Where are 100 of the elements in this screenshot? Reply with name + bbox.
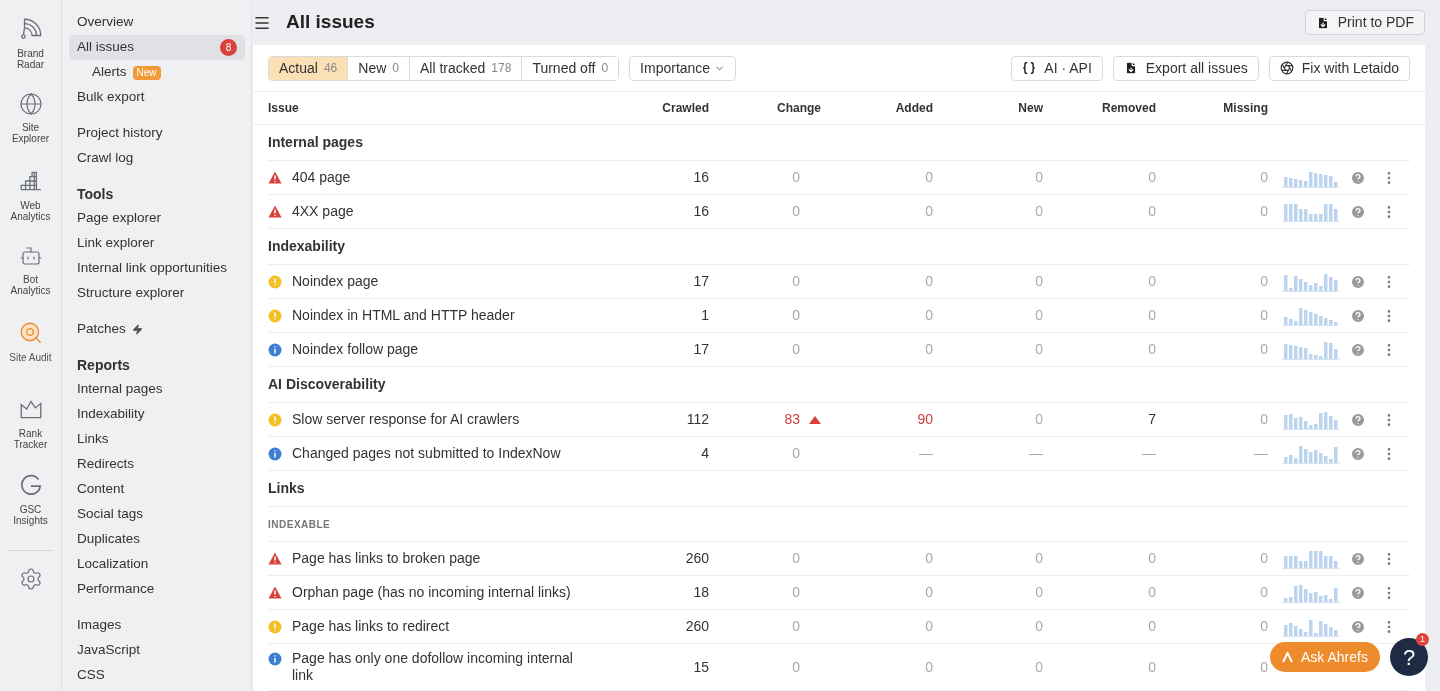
nav-label: Performance [77,580,155,599]
issue-link[interactable]: Changed pages not submitted to IndexNow [292,445,582,462]
column-header[interactable]: Crawled [662,99,709,117]
nav-item[interactable]: Redirects [69,452,245,477]
nav-item[interactable]: Social tags [69,502,245,527]
issue-link[interactable]: Slow server response for AI crawlers [292,411,582,428]
column-header[interactable]: Missing [1223,99,1268,117]
action-button[interactable]: Fix with Letaido [1268,55,1410,81]
column-header[interactable]: Issue [268,101,299,115]
issue-link[interactable]: Noindex follow page [292,341,582,358]
group-heading: Internal pages [268,133,363,152]
table-cell-text: 0 [1035,617,1043,636]
count-badge: 8 [220,39,237,56]
filter-tab[interactable]: Turned off 0 [521,56,619,80]
help-icon[interactable] [1350,307,1366,324]
column-header[interactable]: Added [895,99,933,117]
nav-label: Redirects [77,455,135,474]
rail-label: Web Analytics [9,200,52,222]
nav-item[interactable]: Internal link opportunities [69,256,245,281]
nav-item[interactable]: Crawl log [69,146,245,171]
issue-link[interactable]: Page has only one dofollow incoming internal link [292,650,582,684]
table-cell-text: 18 [693,583,709,602]
rail-item[interactable]: Bot Analytics [2,244,59,320]
table-cell-text: 17 [693,340,709,359]
rail-label: Site Audit [8,352,53,363]
sort-dropdown[interactable]: Importance [629,55,737,81]
file-download-icon [1315,15,1330,30]
nav-label: Alerts [92,63,127,82]
nav-item[interactable]: Link explorer [69,231,245,256]
nav-item[interactable]: Images [69,613,245,638]
nav-label: Page explorer [77,209,162,228]
rail-item[interactable]: Brand Radar [2,16,59,92]
rail-item[interactable]: Rank Tracker [2,396,59,472]
rail-item[interactable]: GSC Insights [2,472,59,548]
nav-item[interactable]: Bulk export [69,85,245,110]
table-cell-text: 0 [925,583,933,602]
issue-link[interactable]: Page has links to redirect [292,618,582,635]
print-button[interactable]: Print to PDF [1304,10,1425,35]
nav-label: Duplicates [77,530,141,549]
nav-item[interactable]: CSS [69,663,245,688]
issue-link[interactable]: Noindex page [292,273,582,290]
help-icon[interactable] [1350,584,1366,601]
table-cell-text: — [1029,444,1043,463]
action-button[interactable]: Export all issues [1112,55,1259,81]
column-header[interactable]: Removed [1101,99,1156,117]
rail-item[interactable]: Site Explorer [2,92,59,168]
help-icon[interactable] [1350,411,1366,428]
table-cell-text: 0 [1148,583,1156,602]
issue-link[interactable]: Page has links to broken page [292,550,582,567]
nav-item[interactable]: Duplicates [69,527,245,552]
column-header[interactable]: New [1018,99,1043,117]
nav-item[interactable]: Structure explorer [69,281,245,306]
issue-link[interactable]: 4XX page [292,203,582,220]
nav-item[interactable]: Page explorer [69,206,245,231]
group-heading: Links [268,479,305,498]
table-cell-text: 112 [686,410,709,429]
nav-item[interactable]: Indexability [69,402,245,427]
help-icon[interactable] [1350,341,1366,358]
table-cell-text: 0 [925,617,933,636]
nav-label: Indexability [77,405,145,424]
issue-link[interactable]: Noindex in HTML and HTTP header [292,307,582,324]
braces-icon [1022,61,1037,75]
issue-link[interactable]: Orphan page (has no incoming internal links) [292,584,582,601]
table-cell-text: 15 [693,657,709,677]
column-header[interactable]: Change [777,99,821,117]
table-cell-text: 0 [1148,306,1156,325]
nav-item[interactable]: All issues 8 [69,35,245,60]
help-icon[interactable] [1350,169,1366,186]
nav-item[interactable]: Content [69,477,245,502]
nav-item[interactable]: Overview [69,10,245,35]
table-cell-text: 90 [917,410,933,429]
nav-item[interactable]: JavaScript [69,638,245,663]
globe-icon [18,92,43,116]
help-icon[interactable] [1350,445,1366,462]
help-icon[interactable] [1350,550,1366,567]
group-heading: Indexability [268,237,346,256]
table-cell-text: 0 [1260,657,1268,677]
table-cell-text: 0 [1260,306,1268,325]
action-button[interactable]: AI · API [1011,55,1103,81]
help-icon[interactable] [1350,203,1366,220]
nav-item[interactable]: Links [69,427,245,452]
rail-item[interactable]: Site Audit [2,320,59,396]
nav-item[interactable]: Localization [69,552,245,577]
issue-link[interactable]: 404 page [292,169,582,186]
nav-item[interactable]: Performance [69,577,245,602]
nav-item[interactable]: Internal pages [69,377,245,402]
help-icon[interactable] [1350,618,1366,635]
help-icon[interactable] [1350,273,1366,290]
table-cell-text: 0 [1035,306,1043,325]
rail-label: Site Explorer [10,122,51,144]
rail-item[interactable]: Web Analytics [2,168,59,244]
nav-item[interactable]: Patches [69,317,245,342]
table-cell-text: 0 [792,657,800,677]
settings-icon[interactable] [18,567,43,591]
table-cell-text: 0 [1260,202,1268,221]
nav-item[interactable]: Alerts New [69,60,245,85]
nav-item[interactable]: Project history [69,121,245,146]
nav-label: Internal pages [77,380,163,399]
filter-tab[interactable]: Actual 46 [269,56,348,80]
table-cell-text: 83 [784,410,800,429]
